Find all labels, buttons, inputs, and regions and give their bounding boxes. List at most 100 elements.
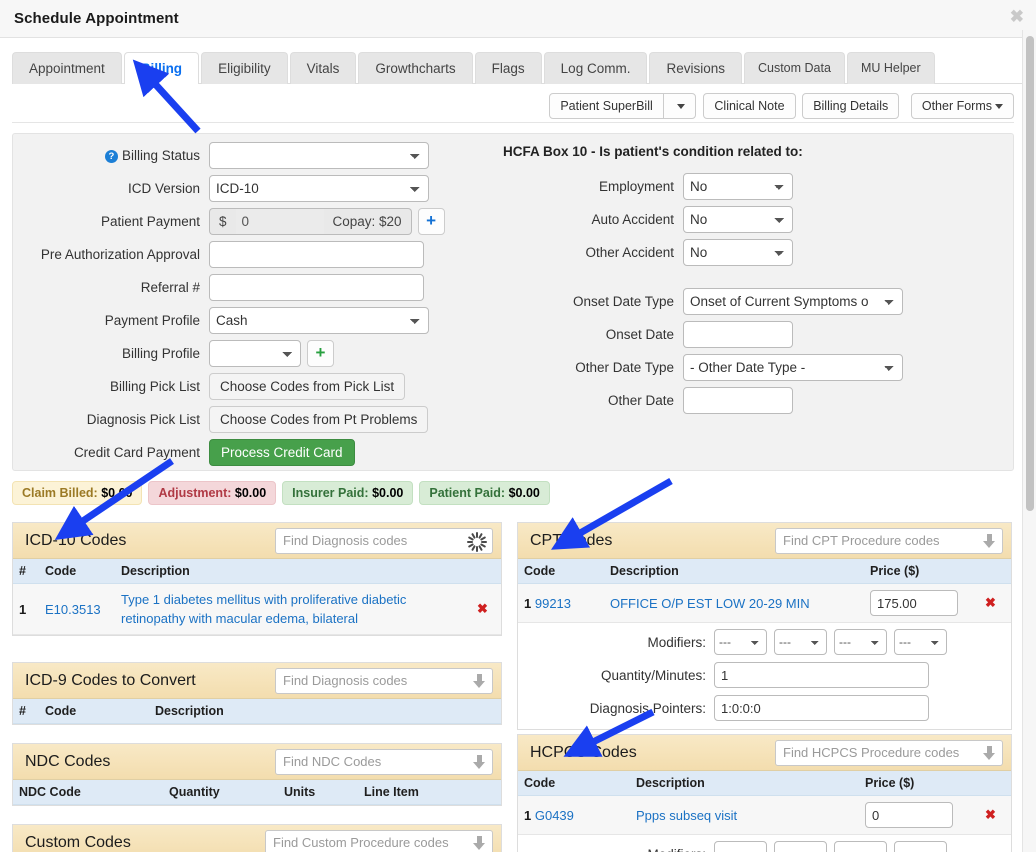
- icd9-codes-card: ICD-9 Codes to Convert # Code Descriptio…: [12, 662, 502, 725]
- icd-version-select[interactable]: ICD-10: [209, 175, 429, 202]
- col-quantity: Quantity: [163, 780, 278, 805]
- appointment-billing-modal: Schedule Appointment ✖ Appointment Billi…: [0, 0, 1036, 852]
- hcpcs-search-box[interactable]: [775, 739, 1003, 766]
- field-onset-date: Onset Date: [493, 321, 993, 348]
- cpt-quantity-input[interactable]: [714, 662, 929, 688]
- referral-input[interactable]: [209, 274, 424, 301]
- cpt-row-code[interactable]: 99213: [535, 596, 571, 611]
- field-billing-profile: Billing Profile +: [13, 340, 483, 367]
- cpt-modifier-4-select[interactable]: ---: [894, 629, 947, 655]
- dropdown-arrow-icon: [473, 673, 486, 689]
- patient-superbill-button[interactable]: Patient SuperBill: [549, 93, 664, 119]
- ndc-search-box[interactable]: [275, 748, 493, 775]
- auto-accident-select[interactable]: No: [683, 206, 793, 233]
- icd10-search-input[interactable]: [276, 528, 492, 553]
- col-desc: Description: [149, 699, 501, 724]
- tab-mu-helper[interactable]: MU Helper: [846, 52, 935, 84]
- col-actions: [979, 559, 1011, 584]
- cpt-row-delete-icon[interactable]: ✖: [979, 583, 1011, 623]
- help-icon[interactable]: ?: [104, 149, 118, 163]
- choose-codes-pt-problems-button[interactable]: Choose Codes from Pt Problems: [209, 406, 429, 433]
- icd-version-label: ICD Version: [127, 181, 200, 196]
- custom-search-input[interactable]: [266, 830, 492, 852]
- vertical-scrollbar[interactable]: [1022, 30, 1036, 852]
- icd10-row-code[interactable]: E10.3513: [39, 583, 115, 635]
- pre-authorization-input[interactable]: [209, 241, 424, 268]
- hcpcs-modifiers-label: Modifiers:: [524, 847, 714, 852]
- table-header-row: # Code Description: [13, 559, 501, 584]
- choose-codes-pick-list-button[interactable]: Choose Codes from Pick List: [209, 373, 406, 400]
- ndc-card-header: NDC Codes: [13, 744, 501, 780]
- process-credit-card-button[interactable]: Process Credit Card: [209, 439, 355, 466]
- patient-payment-input[interactable]: [235, 208, 324, 235]
- tab-vitals[interactable]: Vitals: [289, 52, 357, 84]
- field-auto-accident: Auto Accident No: [493, 206, 993, 233]
- status-badge-adjustment: Adjustment: $0.00: [148, 481, 277, 505]
- patient-payment-label: Patient Payment: [100, 214, 200, 229]
- tab-revisions[interactable]: Revisions: [649, 52, 742, 84]
- billing-details-button[interactable]: Billing Details: [802, 93, 900, 119]
- hcpcs-modifier-4-select[interactable]: ---: [894, 841, 947, 852]
- other-accident-select[interactable]: No: [683, 239, 793, 266]
- icd10-row-delete-icon[interactable]: ✖: [471, 583, 501, 635]
- hcpcs-modifier-2-select[interactable]: ---: [774, 841, 827, 852]
- other-date-type-select[interactable]: - Other Date Type -: [683, 354, 903, 381]
- cpt-modifier-1-select[interactable]: ---: [714, 629, 767, 655]
- cpt-row-description[interactable]: OFFICE O/P EST LOW 20-29 MIN: [604, 583, 864, 623]
- cpt-table: Code Description Price ($) 1 99213 OFFIC…: [518, 559, 1011, 729]
- cpt-row-code-cell: 1 99213: [518, 583, 604, 623]
- custom-search-box[interactable]: [265, 829, 493, 852]
- icd9-search-box[interactable]: [275, 667, 493, 694]
- tab-billing[interactable]: Billing: [123, 52, 200, 85]
- cpt-row-price-cell: [864, 583, 979, 623]
- hcpcs-row-code[interactable]: G0439: [535, 808, 574, 823]
- hcpcs-search-input[interactable]: [776, 740, 1002, 765]
- icd9-search-input[interactable]: [276, 668, 492, 693]
- modal-header: Schedule Appointment ✖: [0, 0, 1036, 38]
- tab-growthcharts[interactable]: Growthcharts: [358, 52, 473, 84]
- cpt-search-box[interactable]: [775, 527, 1003, 554]
- tab-custom-data[interactable]: Custom Data: [743, 52, 845, 84]
- table-row: 1 E10.3513 Type 1 diabetes mellitus with…: [13, 583, 501, 635]
- hcpcs-row-description[interactable]: Ppps subseq visit: [630, 795, 859, 835]
- billing-status-select[interactable]: [209, 142, 429, 169]
- cpt-modifier-3-select[interactable]: ---: [834, 629, 887, 655]
- tab-flags[interactable]: Flags: [474, 52, 542, 84]
- other-forms-button[interactable]: Other Forms: [910, 93, 1014, 119]
- other-date-input[interactable]: [683, 387, 793, 414]
- employment-select[interactable]: No: [683, 173, 793, 200]
- hcpcs-price-input[interactable]: [865, 802, 953, 828]
- cpt-pointers-input[interactable]: [714, 695, 929, 721]
- cpt-search-input[interactable]: [776, 528, 1002, 553]
- cpt-pointers-line: Diagnosis Pointers:: [524, 695, 1005, 721]
- custom-card-header: Custom Codes: [13, 825, 501, 852]
- cpt-modifier-2-select[interactable]: ---: [774, 629, 827, 655]
- hcpcs-modifier-3-select[interactable]: ---: [834, 841, 887, 852]
- cpt-price-input[interactable]: [870, 590, 958, 616]
- icd10-row-description[interactable]: Type 1 diabetes mellitus with proliferat…: [115, 583, 471, 635]
- clinical-note-button[interactable]: Clinical Note: [703, 93, 796, 119]
- tab-appointment[interactable]: Appointment: [12, 52, 122, 84]
- cpt-detail-row: Modifiers: --- --- --- --- Quantity/Minu…: [518, 622, 1011, 729]
- tab-eligibility[interactable]: Eligibility: [201, 52, 288, 84]
- hcpcs-modifier-1-select[interactable]: ---: [714, 841, 767, 852]
- cpt-row-num: 1: [524, 595, 532, 611]
- onset-date-type-select[interactable]: Onset of Current Symptoms o: [683, 288, 903, 315]
- table-header-row: NDC Code Quantity Units Line Item: [13, 780, 501, 805]
- loading-spinner-icon: [466, 531, 488, 553]
- hcpcs-row-delete-icon[interactable]: ✖: [979, 795, 1011, 835]
- superbill-dropdown-toggle[interactable]: [662, 93, 696, 119]
- add-payment-button[interactable]: +: [417, 208, 445, 235]
- field-payment-profile: Payment Profile Cash: [13, 307, 483, 334]
- tab-log-comm[interactable]: Log Comm.: [543, 52, 648, 84]
- table-row: 1 G0439 Ppps subseq visit ✖: [518, 795, 1011, 835]
- onset-date-input[interactable]: [683, 321, 793, 348]
- icd10-search-box[interactable]: [275, 527, 493, 554]
- ndc-search-input[interactable]: [276, 749, 492, 774]
- close-icon[interactable]: ✖: [1010, 8, 1024, 25]
- billing-profile-select[interactable]: [209, 340, 301, 367]
- payment-profile-select[interactable]: Cash: [209, 307, 429, 334]
- cpt-quantity-line: Quantity/Minutes:: [524, 662, 1005, 688]
- add-billing-profile-button[interactable]: +: [307, 340, 334, 367]
- scrollbar-thumb[interactable]: [1026, 36, 1034, 511]
